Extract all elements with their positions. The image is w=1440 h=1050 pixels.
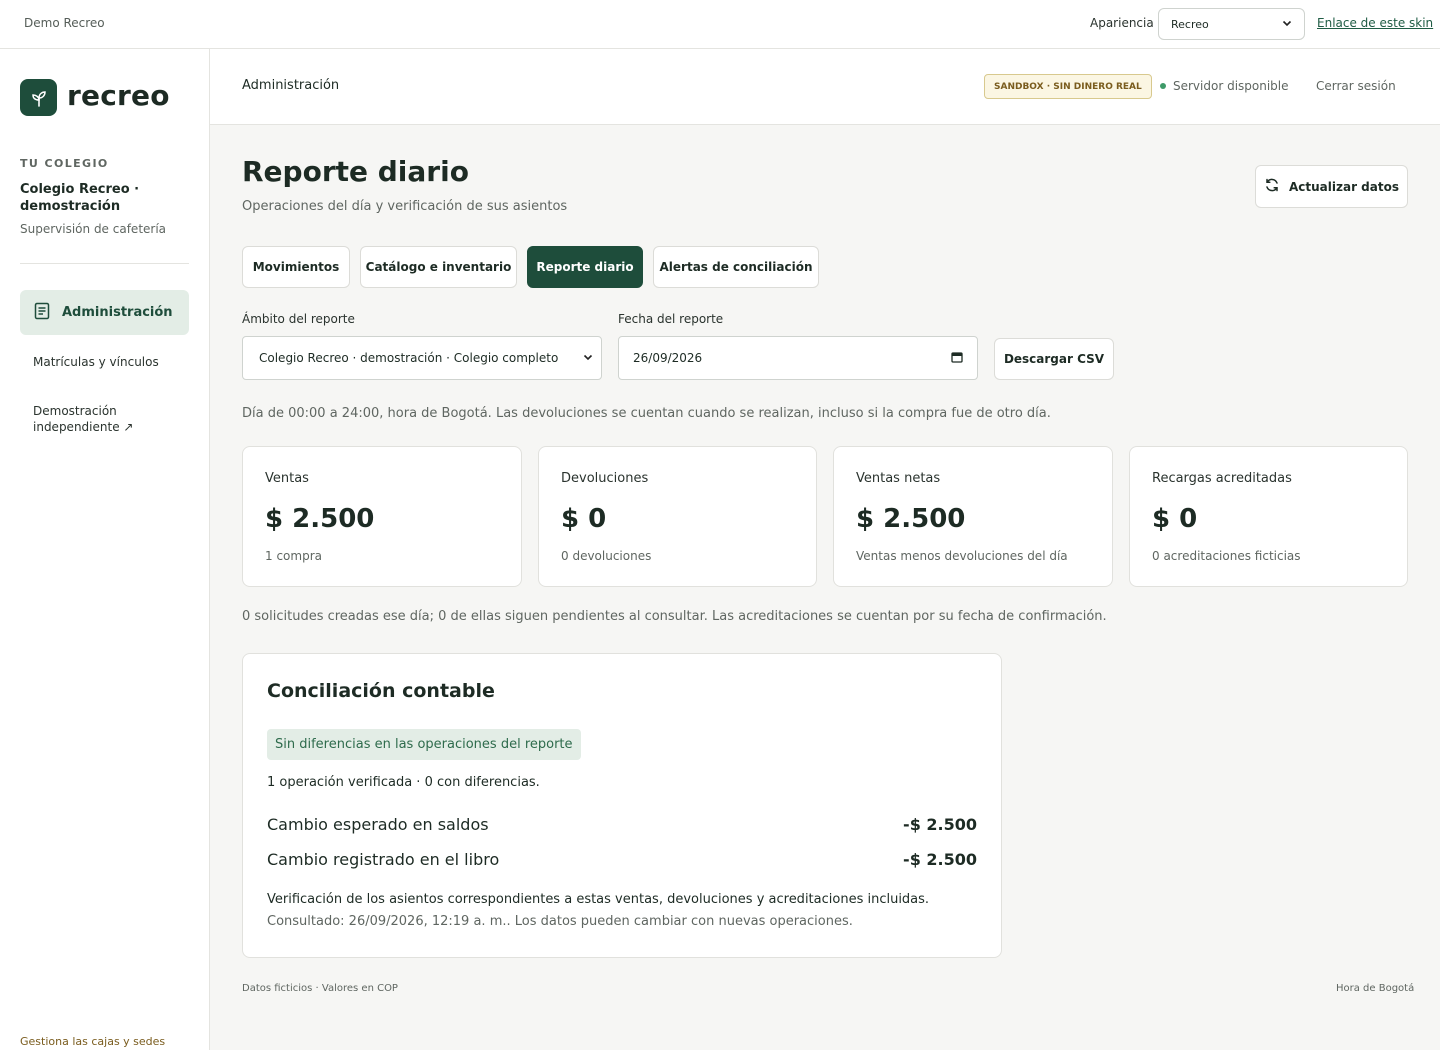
reconciliation-note: Verificación de los asientos correspondi… [267,892,930,907]
kpi-label: Devoluciones [561,471,649,486]
sprout-icon [31,90,46,107]
footer-left: Datos ficticios · Valores en COP [242,983,398,994]
skin-select-value: Recreo [1171,17,1209,31]
top-bar: Demo Recreo Apariencia Recreo Enlace de … [0,0,1440,49]
section-title: Administración [242,78,340,93]
kpi-label: Ventas netas [856,471,941,486]
reconciliation-row: Cambio esperado en saldos -$ 2.500 [267,815,977,834]
sidebar-item-administracion[interactable]: Administración [20,290,189,335]
reconciliation-timestamp: Consultado: 26/09/2026, 12:19 a. m.. Los… [267,914,853,929]
kpi-value: $ 2.500 [265,504,375,534]
scope-label: Ámbito del reporte [242,312,355,326]
skin-select[interactable]: Recreo [1158,8,1305,40]
kpi-value: $ 2.500 [856,504,966,534]
reconciliation-row: Cambio registrado en el libro -$ 2.500 [267,850,977,869]
refresh-icon [1264,177,1280,196]
row-label: Cambio registrado en el libro [267,850,500,869]
logo-text: recreo [67,79,170,112]
requests-note: 0 solicitudes creadas ese día; 0 de ella… [242,609,1107,624]
sidebar: recreo TU COLEGIO Colegio Recreo · demos… [0,49,210,1050]
kpi-sub: 1 compra [265,549,322,563]
skin-link[interactable]: Enlace de este skin [1317,16,1433,30]
demo-label: Demo Recreo [24,16,105,30]
refresh-button[interactable]: Actualizar datos [1255,165,1408,208]
appearance-label: Apariencia [1090,16,1154,30]
row-amount: -$ 2.500 [903,815,977,834]
sidebar-item-matriculas[interactable]: Matrículas y vínculos [33,354,159,370]
tab-movimientos[interactable]: Movimientos [242,246,350,288]
footer-right: Hora de Bogotá [1336,983,1415,994]
kpi-label: Ventas [265,471,309,486]
sandbox-badge: SANDBOX · SIN DINERO REAL [984,74,1152,99]
date-input-value: 26/09/2026 [633,351,703,365]
sidebar-footer-link[interactable]: Gestiona las cajas y sedes [20,1035,165,1048]
kpi-card-devoluciones: Devoluciones $ 0 0 devoluciones [538,446,817,587]
tab-reporte-diario[interactable]: Reporte diario [527,246,643,288]
row-label: Cambio esperado en saldos [267,815,489,834]
chevron-down-icon [583,351,593,365]
kpi-sub: 0 devoluciones [561,549,652,563]
tab-catalogo[interactable]: Catálogo e inventario [360,246,517,288]
kpi-sub: 0 acreditaciones ficticias [1152,549,1301,563]
download-csv-button[interactable]: Descargar CSV [994,338,1114,380]
sidebar-item-label: Administración [62,305,173,320]
day-range-note: Día de 00:00 a 24:00, hora de Bogotá. La… [242,406,1051,421]
sidebar-item-demostracion[interactable]: Demostración independiente ↗ [33,403,143,435]
school-name: Colegio Recreo · demostración [20,182,140,214]
kpi-card-recargas: Recargas acreditadas $ 0 0 acreditacione… [1129,446,1408,587]
school-caption: TU COLEGIO [20,157,109,170]
date-input[interactable]: 26/09/2026 [618,336,978,380]
kpi-card-ventas: Ventas $ 2.500 1 compra [242,446,522,587]
page-title: Reporte diario [242,155,469,188]
main-header: Administración SANDBOX · SIN DINERO REAL… [210,49,1440,125]
status-dot-icon [1160,83,1166,89]
document-icon [34,302,50,324]
reconciliation-title: Conciliación contable [267,680,495,702]
chevron-down-icon [1282,18,1292,31]
kpi-card-ventas-netas: Ventas netas $ 2.500 Ventas menos devolu… [833,446,1113,587]
logo-mark [20,79,57,116]
school-role: Supervisión de cafetería [20,222,167,236]
refresh-label: Actualizar datos [1289,179,1399,194]
calendar-icon[interactable] [951,351,963,366]
kpi-sub: Ventas menos devoluciones del día [856,549,1068,563]
sidebar-divider [20,263,189,264]
scope-select[interactable]: Colegio Recreo · demostración · Colegio … [242,336,602,380]
reconciliation-panel: Conciliación contable Sin diferencias en… [242,653,1002,958]
tab-alertas[interactable]: Alertas de conciliación [653,246,819,288]
status-badge: Sin diferencias en las operaciones del r… [267,729,581,760]
reconciliation-summary: 1 operación verificada · 0 con diferenci… [267,775,540,790]
date-label: Fecha del reporte [618,312,724,326]
server-status-label: Servidor disponible [1173,79,1289,93]
logout-button[interactable]: Cerrar sesión [1316,79,1396,93]
row-amount: -$ 2.500 [903,850,977,869]
scope-select-value: Colegio Recreo · demostración · Colegio … [259,351,559,365]
kpi-value: $ 0 [561,504,607,534]
server-status: Servidor disponible [1160,79,1289,93]
kpi-value: $ 0 [1152,504,1198,534]
kpi-label: Recargas acreditadas [1152,471,1292,486]
page-subtitle: Operaciones del día y verificación de su… [242,199,568,214]
